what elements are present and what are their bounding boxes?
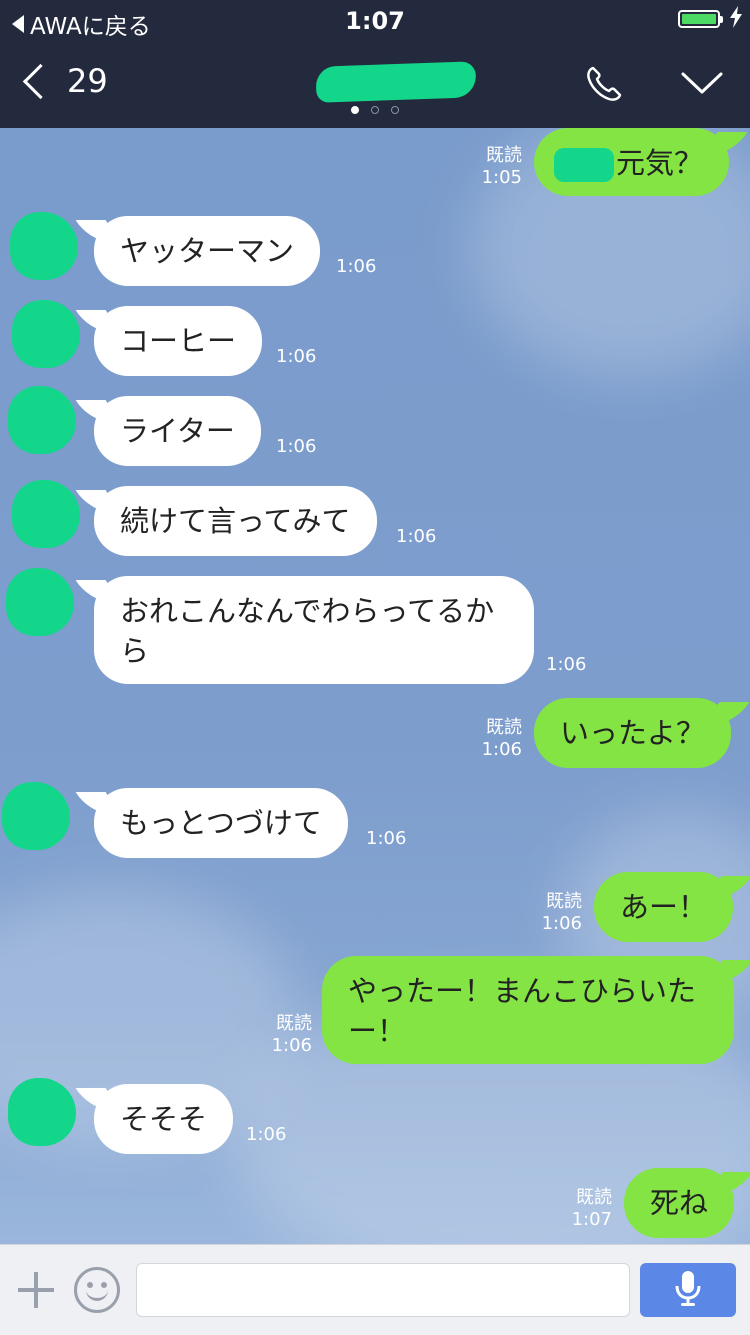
contact-name-redacted[interactable] xyxy=(315,61,477,103)
avatar[interactable] xyxy=(12,300,80,368)
charging-bolt-icon xyxy=(730,6,742,34)
microphone-button[interactable] xyxy=(640,1263,736,1317)
message-text: 死ね xyxy=(650,1186,709,1220)
read-receipt: 既読 1:06 xyxy=(481,717,522,760)
message-bubble[interactable]: おれこんなんでわらってるか ら xyxy=(94,576,534,684)
plus-icon[interactable] xyxy=(18,1272,54,1308)
message-time: 1:06 xyxy=(336,256,377,277)
avatar[interactable] xyxy=(8,1078,76,1146)
message-time: 1:06 xyxy=(276,436,317,457)
redacted-name xyxy=(554,148,614,182)
avatar[interactable] xyxy=(12,480,80,548)
avatar[interactable] xyxy=(2,782,70,850)
page-dot xyxy=(371,106,379,114)
message-bubble[interactable]: コーヒー xyxy=(94,306,263,376)
message-bubble[interactable]: やったー！まんこひらいた ー！ xyxy=(322,956,734,1064)
message-bubble[interactable]: 元気？ xyxy=(534,128,730,196)
message-bubble[interactable]: 続けて言ってみて xyxy=(94,486,377,556)
message-time: 1:06 xyxy=(276,346,317,367)
message-bubble[interactable]: ライター xyxy=(94,396,261,466)
message-time: 1:06 xyxy=(396,526,437,547)
message-text: 元気？ xyxy=(616,146,704,180)
read-receipt: 既読 1:05 xyxy=(481,145,522,188)
message-text: コーヒー xyxy=(120,324,237,358)
chevron-down-icon[interactable] xyxy=(680,68,724,102)
clock: 1:07 xyxy=(345,7,405,35)
message-input[interactable] xyxy=(136,1263,630,1317)
message-time: 1:06 xyxy=(546,654,587,675)
input-bar xyxy=(0,1244,750,1335)
read-receipt: 既読 1:07 xyxy=(571,1187,612,1230)
avatar[interactable] xyxy=(6,568,74,636)
phone-icon[interactable] xyxy=(584,64,624,108)
message-text: もっとつづけて xyxy=(120,806,322,840)
message-text: 続けて言ってみて xyxy=(120,504,351,538)
message-time: 1:06 xyxy=(246,1124,287,1145)
message-bubble[interactable]: あー！ xyxy=(594,872,734,942)
message-time: 1:06 xyxy=(366,828,407,849)
back-chevron-icon xyxy=(22,63,59,99)
message-text: やったー！まんこひらいた xyxy=(348,974,697,1008)
page-dot xyxy=(351,106,359,114)
message-text: おれこんなんでわらってるか xyxy=(120,594,495,628)
avatar[interactable] xyxy=(8,386,76,454)
message-text: ー！ xyxy=(348,1014,407,1048)
status-bar: AWAに戻る 1:07 xyxy=(0,0,750,40)
message-bubble[interactable]: そそそ xyxy=(94,1084,234,1154)
message-bubble[interactable]: いったよ？ xyxy=(534,698,732,768)
chat-area[interactable]: 既読 1:05 元気？ ヤッターマン 1:06 コーヒー 1:06 ライター 1:… xyxy=(0,128,750,1244)
unread-count: 29 xyxy=(67,62,108,100)
avatar[interactable] xyxy=(10,212,78,280)
read-receipt: 既読 1:06 xyxy=(271,1013,312,1056)
message-text: ライター xyxy=(120,414,235,448)
message-bubble[interactable]: 死ね xyxy=(624,1168,735,1238)
message-bubble[interactable]: もっとつづけて xyxy=(94,788,348,858)
message-text: ら xyxy=(120,634,150,668)
page-dot xyxy=(391,106,399,114)
smiley-icon[interactable] xyxy=(74,1267,120,1313)
back-button[interactable]: 29 xyxy=(20,62,108,100)
message-bubble[interactable]: ヤッターマン xyxy=(94,216,321,286)
battery-icon xyxy=(678,10,723,28)
page-indicator xyxy=(0,106,750,114)
microphone-icon xyxy=(673,1270,703,1310)
read-receipt: 既読 1:06 xyxy=(541,891,582,934)
message-text: ヤッターマン xyxy=(120,234,295,268)
message-text: いったよ？ xyxy=(560,716,706,750)
message-text: あー！ xyxy=(620,890,708,924)
message-text: そそそ xyxy=(120,1102,208,1136)
chat-header: 29 xyxy=(0,40,750,128)
